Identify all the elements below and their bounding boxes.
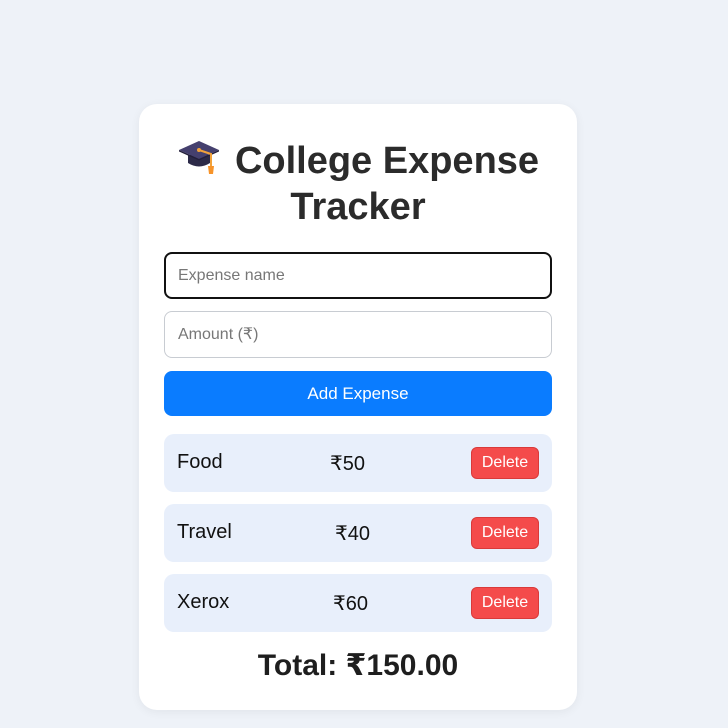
amount-input[interactable]: [164, 311, 552, 358]
add-expense-button[interactable]: Add Expense: [164, 371, 552, 416]
expense-amount: ₹60: [333, 593, 368, 615]
expense-tracker-card: College Expense Tracker Add Expense Food…: [139, 104, 577, 710]
delete-button[interactable]: Delete: [471, 587, 539, 619]
delete-button[interactable]: Delete: [471, 517, 539, 549]
expense-name: Travel: [177, 521, 232, 543]
total-amount: Total: ₹150.00: [257, 649, 459, 682]
expense-name: Food: [177, 451, 223, 473]
expense-row: Travel ₹40 Delete: [164, 504, 552, 562]
page-title: College Expense Tracker: [139, 138, 577, 230]
title-text: College Expense Tracker: [234, 140, 540, 228]
expense-row: Food ₹50 Delete: [164, 434, 552, 492]
expense-name: Xerox: [177, 591, 230, 613]
expense-amount: ₹50: [330, 453, 365, 475]
expense-name-input[interactable]: [164, 252, 552, 299]
expense-amount: ₹40: [335, 523, 370, 545]
delete-button[interactable]: Delete: [471, 447, 539, 479]
expense-row: Xerox ₹60 Delete: [164, 574, 552, 632]
graduation-cap-icon: [178, 141, 219, 174]
